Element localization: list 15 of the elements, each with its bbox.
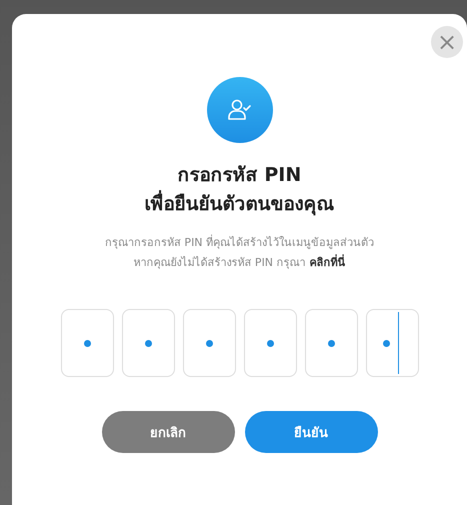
instruction-text: หากคุณยังไม่ได้สร้างรหัส PIN กรุณา: [133, 256, 306, 269]
confirm-button[interactable]: ยืนยัน: [244, 411, 378, 453]
pin-digit-field[interactable]: [122, 309, 174, 377]
close-button[interactable]: ×: [431, 26, 463, 58]
pin-digit-field[interactable]: [182, 309, 236, 377]
dialog-title: กรอกรหัส PIN: [176, 163, 302, 188]
dialog-title: เพื่อยืนยันตัวตนของคุณ: [144, 190, 334, 219]
cancel-button[interactable]: ยกเลิก: [102, 411, 234, 453]
click-here-link[interactable]: คลิกที่นี่: [310, 256, 346, 269]
instruction-text: กรุณากรอกรหัส PIN ที่คุณได้สร้างไว้ในเมนูข้อมูลส่วนตัว: [104, 234, 374, 251]
pin-digit-field[interactable]: [244, 309, 296, 377]
pin-digit-field[interactable]: [304, 309, 358, 377]
pin-digit-field[interactable]: [366, 309, 418, 377]
user-check-icon: [206, 77, 272, 143]
pin-digit-field[interactable]: [60, 309, 114, 377]
